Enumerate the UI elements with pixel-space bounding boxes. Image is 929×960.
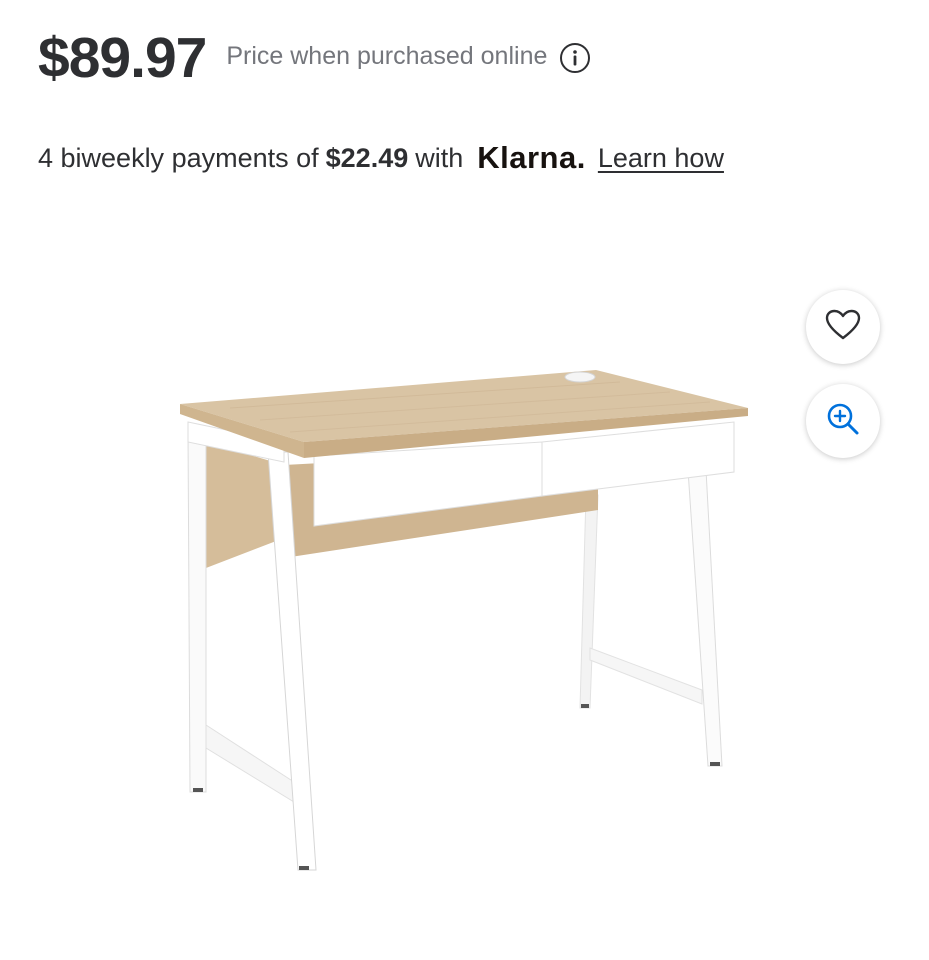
zoom-button[interactable] <box>806 384 880 458</box>
zoom-in-icon <box>825 401 861 442</box>
klarna-payment-row: 4 biweekly payments of $22.49 with Klarn… <box>38 140 724 176</box>
klarna-amount: $22.49 <box>325 142 409 173</box>
klarna-prefix: 4 biweekly payments of <box>38 142 319 173</box>
price-row: $89.97 Price when purchased online <box>38 30 591 87</box>
product-image[interactable] <box>150 330 770 890</box>
klarna-with: with <box>415 142 464 173</box>
klarna-logo: Klarna. <box>477 140 586 175</box>
info-icon[interactable] <box>559 42 591 74</box>
favorite-button[interactable] <box>806 290 880 364</box>
learn-how-link[interactable]: Learn how <box>598 143 724 174</box>
price-amount: $89.97 <box>38 26 207 90</box>
desk-illustration <box>180 370 748 871</box>
price-note: Price when purchased online <box>226 42 548 70</box>
heart-outline-icon <box>825 309 861 346</box>
